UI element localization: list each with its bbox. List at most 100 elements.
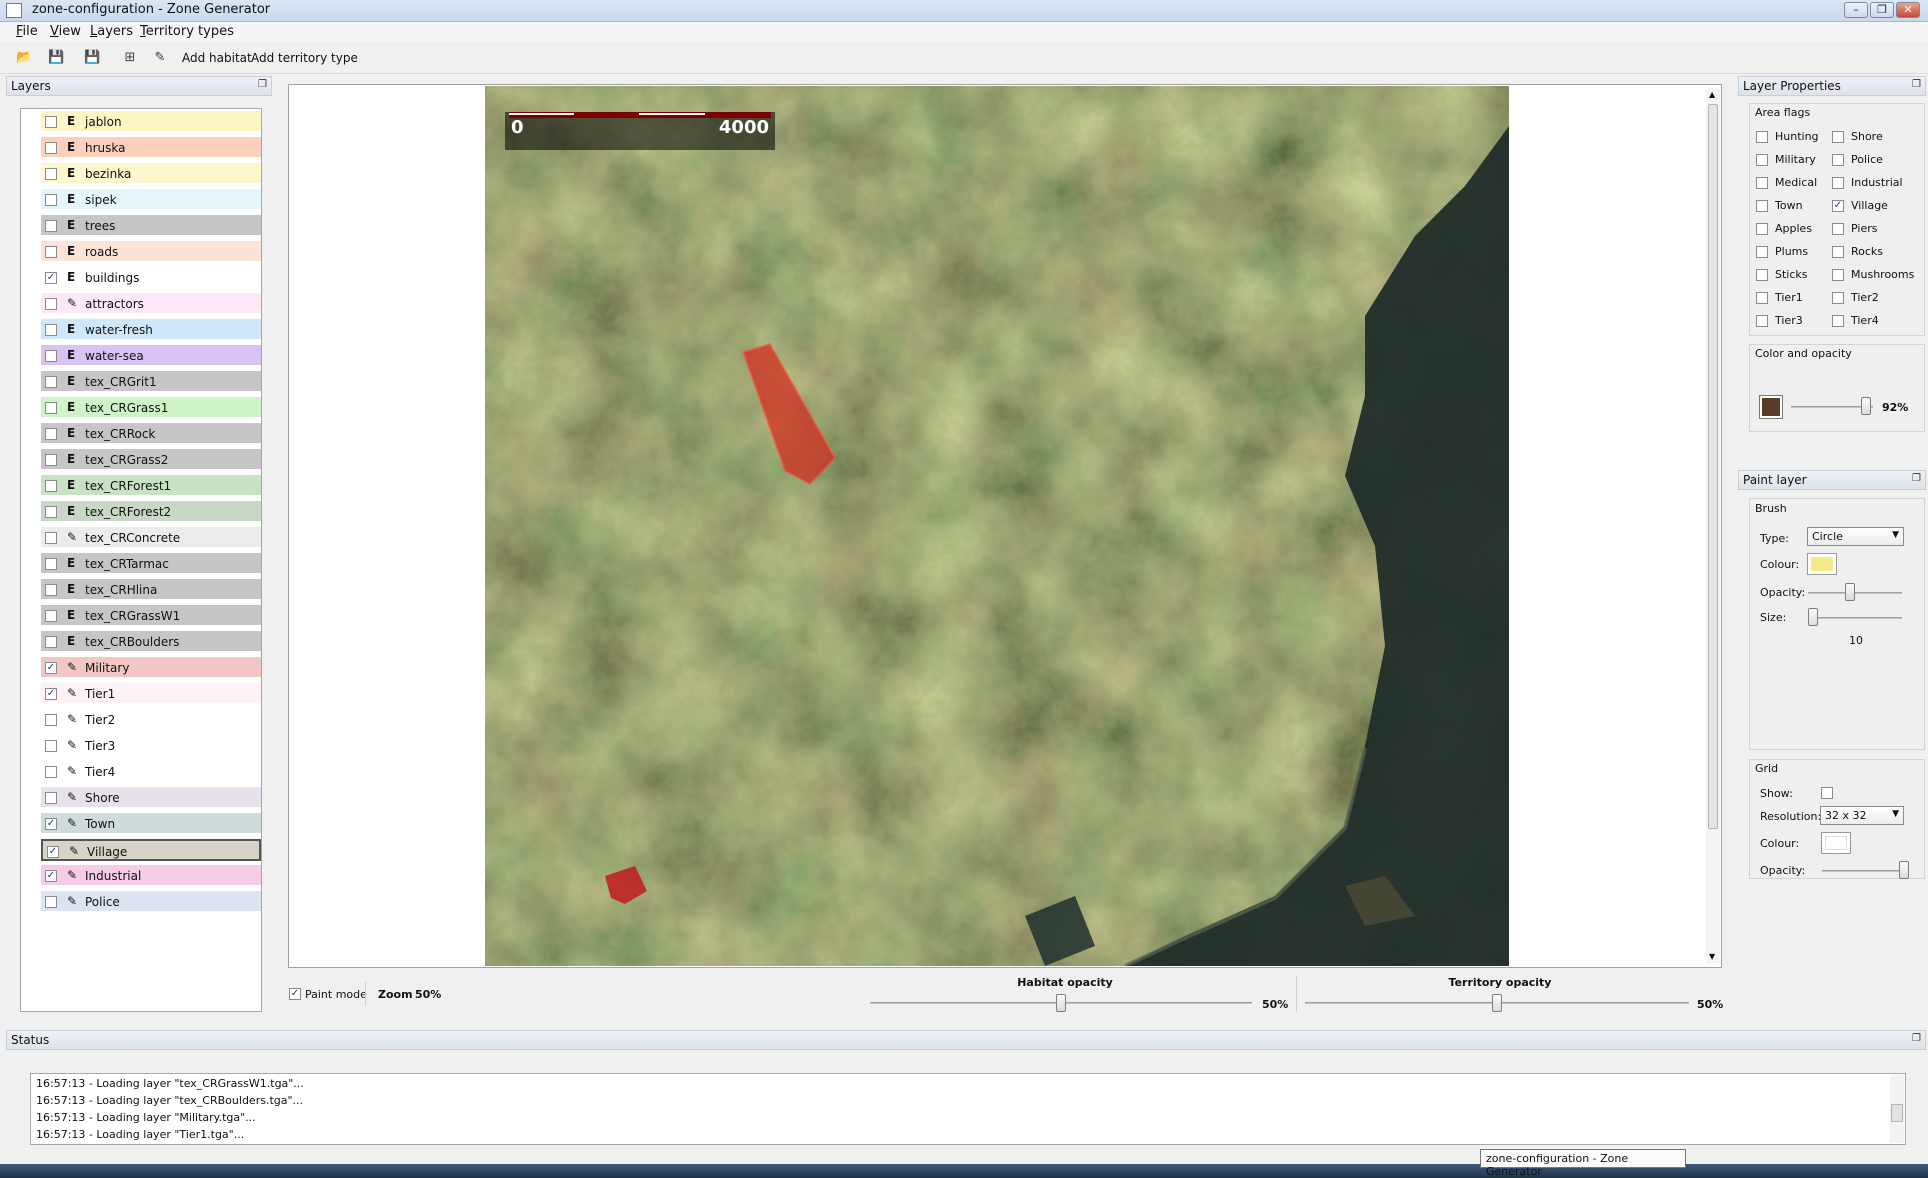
area-flag-checkbox[interactable] <box>1756 315 1768 327</box>
layer-visibility-checkbox[interactable] <box>45 402 57 414</box>
area-flag-apples[interactable]: Apples <box>1756 222 1812 235</box>
layer-visibility-checkbox[interactable] <box>45 792 57 804</box>
area-flag-tier1[interactable]: Tier1 <box>1756 291 1803 304</box>
layer-visibility-checkbox[interactable] <box>45 532 57 544</box>
area-flag-checkbox[interactable] <box>1832 292 1844 304</box>
layer-item[interactable]: Etex_CRGrass2 <box>41 449 261 471</box>
layer-visibility-checkbox[interactable]: ✓ <box>45 818 57 830</box>
area-flag-checkbox[interactable] <box>1832 269 1844 281</box>
layer-visibility-checkbox[interactable]: ✓ <box>45 272 57 284</box>
layer-visibility-checkbox[interactable] <box>45 220 57 232</box>
add-territory-type-button[interactable]: Add territory type <box>251 51 358 65</box>
layer-item[interactable]: Etex_CRGrit1 <box>41 371 261 393</box>
float-icon[interactable]: ❐ <box>258 79 267 90</box>
area-flag-checkbox[interactable] <box>1832 315 1844 327</box>
layer-item[interactable]: ✎ Police <box>41 891 261 913</box>
area-flag-plums[interactable]: Plums <box>1756 245 1808 258</box>
area-flag-checkbox[interactable] <box>1832 223 1844 235</box>
layer-item[interactable]: Etex_CRForest1 <box>41 475 261 497</box>
layer-visibility-checkbox[interactable] <box>45 142 57 154</box>
area-flag-checkbox[interactable] <box>1832 131 1844 143</box>
float-icon[interactable]: ❐ <box>1912 1033 1921 1044</box>
area-flag-tier3[interactable]: Tier3 <box>1756 314 1803 327</box>
area-flag-checkbox[interactable] <box>1756 292 1768 304</box>
area-flag-hunting[interactable]: Hunting <box>1756 130 1819 143</box>
layer-visibility-checkbox[interactable] <box>45 766 57 778</box>
layer-visibility-checkbox[interactable] <box>45 168 57 180</box>
area-flag-checkbox[interactable] <box>1756 269 1768 281</box>
layer-item[interactable]: ✎ Tier2 <box>41 709 261 731</box>
layer-item[interactable]: Esipek <box>41 189 261 211</box>
area-flag-piers[interactable]: Piers <box>1832 222 1877 235</box>
area-flag-village[interactable]: ✓ Village <box>1832 199 1888 212</box>
layer-item[interactable]: ✓ ✎ Tier1 <box>41 683 261 705</box>
area-flag-industrial[interactable]: Industrial <box>1832 176 1903 189</box>
layer-visibility-checkbox[interactable] <box>45 350 57 362</box>
layer-visibility-checkbox[interactable] <box>45 506 57 518</box>
layer-visibility-checkbox[interactable]: ✓ <box>45 688 57 700</box>
grid-opacity-track[interactable] <box>1822 870 1904 872</box>
grid-show-checkbox[interactable] <box>1821 787 1833 799</box>
layer-item[interactable]: ✓ ✎ Military <box>41 657 261 679</box>
layer-item[interactable]: Ejablon <box>41 111 261 133</box>
menu-territory-types[interactable]: Territory types <box>140 24 234 39</box>
layer-item[interactable]: ✎ Tier3 <box>41 735 261 757</box>
layer-visibility-checkbox[interactable] <box>45 454 57 466</box>
layer-item[interactable]: ✓ ✎ Village <box>41 839 261 861</box>
layer-item[interactable]: Etex_CRGrass1 <box>41 397 261 419</box>
brush-size-track[interactable] <box>1808 617 1902 619</box>
brush-colour-swatch[interactable] <box>1807 553 1837 575</box>
map-scroll-thumb[interactable] <box>1708 104 1718 829</box>
grid-resolution-select[interactable]: 32 x 32 ▼ <box>1820 806 1904 825</box>
menu-file[interactable]: File <box>16 24 38 39</box>
map-canvas[interactable]: 0 4000 <box>485 86 1509 966</box>
layer-item[interactable]: ✎ tex_CRConcrete <box>41 527 261 549</box>
layer-visibility-checkbox[interactable] <box>45 714 57 726</box>
save-as-icon[interactable]: 💾 <box>84 50 100 66</box>
grid-colour-swatch[interactable] <box>1821 832 1851 854</box>
layer-visibility-checkbox[interactable]: ✓ <box>47 846 59 858</box>
layer-visibility-checkbox[interactable] <box>45 636 57 648</box>
layer-visibility-checkbox[interactable]: ✓ <box>45 662 57 674</box>
layer-visibility-checkbox[interactable]: ✓ <box>45 870 57 882</box>
select-icon[interactable]: ⊞ <box>122 50 138 66</box>
layer-visibility-checkbox[interactable] <box>45 584 57 596</box>
layer-item[interactable]: Etex_CRTarmac <box>41 553 261 575</box>
area-flag-rocks[interactable]: Rocks <box>1832 245 1883 258</box>
layer-visibility-checkbox[interactable] <box>45 896 57 908</box>
area-flag-checkbox[interactable] <box>1756 177 1768 189</box>
open-folder-icon[interactable]: 📂 <box>16 50 32 66</box>
layer-item[interactable]: Eroads <box>41 241 261 263</box>
layer-item[interactable]: Etrees <box>41 215 261 237</box>
layer-item[interactable]: Etex_CRBoulders <box>41 631 261 653</box>
status-scroll-thumb[interactable] <box>1891 1104 1903 1122</box>
area-flag-checkbox[interactable] <box>1832 177 1844 189</box>
layer-item[interactable]: ✓ Ebuildings <box>41 267 261 289</box>
area-flag-checkbox[interactable] <box>1832 246 1844 258</box>
layer-visibility-checkbox[interactable] <box>45 480 57 492</box>
layer-item[interactable]: ✓ ✎ Town <box>41 813 261 835</box>
layer-item[interactable]: ✓ ✎ Industrial <box>41 865 261 887</box>
area-flag-tier4[interactable]: Tier4 <box>1832 314 1879 327</box>
save-icon[interactable]: 💾 <box>48 50 64 66</box>
layer-item[interactable]: ✎ attractors <box>41 293 261 315</box>
area-flag-military[interactable]: Military <box>1756 153 1816 166</box>
layer-visibility-checkbox[interactable] <box>45 116 57 128</box>
layer-visibility-checkbox[interactable] <box>45 558 57 570</box>
area-flag-checkbox[interactable] <box>1756 131 1768 143</box>
area-flag-mushrooms[interactable]: Mushrooms <box>1832 268 1914 281</box>
area-flag-checkbox[interactable] <box>1756 154 1768 166</box>
close-button[interactable]: ✕ <box>1896 2 1920 18</box>
layer-item[interactable]: Etex_CRForest2 <box>41 501 261 523</box>
brush-type-select[interactable]: Circle ▼ <box>1807 527 1904 546</box>
layer-color-swatch[interactable] <box>1759 395 1783 419</box>
area-flag-checkbox[interactable] <box>1756 223 1768 235</box>
area-flag-medical[interactable]: Medical <box>1756 176 1817 189</box>
layer-visibility-checkbox[interactable] <box>45 740 57 752</box>
layer-item[interactable]: ✎ Tier4 <box>41 761 261 783</box>
layer-visibility-checkbox[interactable] <box>45 298 57 310</box>
layer-item[interactable]: Ewater-sea <box>41 345 261 367</box>
layer-visibility-checkbox[interactable] <box>45 428 57 440</box>
area-flag-sticks[interactable]: Sticks <box>1756 268 1808 281</box>
area-flag-police[interactable]: Police <box>1832 153 1883 166</box>
